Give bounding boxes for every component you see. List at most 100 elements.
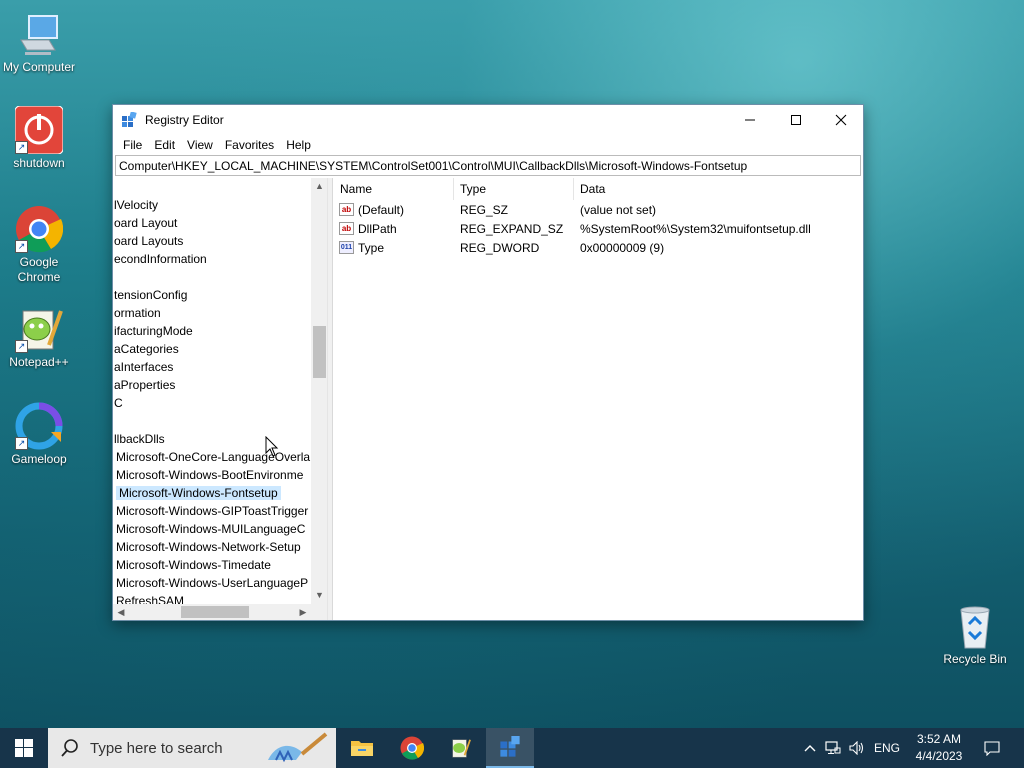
shortcut-arrow-icon: ↗ (15, 141, 28, 154)
clock[interactable]: 3:52 AM 4/4/2023 (904, 731, 974, 765)
menu-bar: File Edit View Favorites Help (113, 135, 863, 155)
desktop-icon-shutdown[interactable]: ↗ shutdown (0, 105, 78, 171)
scroll-down-arrow-icon[interactable]: ▼ (311, 587, 327, 604)
tree-item[interactable] (113, 268, 313, 286)
value-data: %SystemRoot%\System32\muifontsetup.dll (580, 221, 811, 236)
tree-item[interactable]: llbackDlls (113, 430, 313, 448)
tree-item[interactable]: tensionConfig (113, 286, 313, 304)
column-header-name[interactable]: Name (334, 178, 454, 200)
clock-time: 3:52 AM (916, 732, 962, 746)
desktop-icon-gameloop[interactable]: ↗ Gameloop (0, 402, 78, 467)
values-pane[interactable]: Name Type Data ab (Default) REG_SZ (value… (334, 178, 863, 620)
tree-horizontal-scroll-thumb[interactable] (181, 606, 249, 618)
menu-view[interactable]: View (181, 138, 219, 152)
tree-item[interactable]: Microsoft-Windows-MUILanguageC (113, 520, 313, 538)
network-status[interactable] (822, 728, 844, 768)
gameloop-icon: ↗ (15, 402, 63, 450)
desktop-icon-label: Notepad++ (9, 355, 69, 369)
tree-item[interactable] (113, 412, 313, 430)
desktop-icon-notepad-plus-plus[interactable]: ↗ Notepad++ (0, 305, 78, 370)
menu-file[interactable]: File (117, 138, 148, 152)
menu-edit[interactable]: Edit (148, 138, 181, 152)
taskbar-file-explorer[interactable] (338, 728, 386, 768)
value-name: Type (358, 240, 385, 255)
maximize-button[interactable] (773, 105, 819, 135)
desktop-icon-my-computer[interactable]: My Computer (0, 10, 78, 75)
minimize-button[interactable] (727, 105, 773, 135)
tree-item[interactable]: ifacturingMode (113, 322, 313, 340)
tree-item[interactable]: aProperties (113, 376, 313, 394)
tree-item[interactable]: lVelocity (113, 196, 313, 214)
value-row[interactable]: ab DllPath REG_EXPAND_SZ %SystemRoot%\Sys… (334, 219, 863, 238)
windows-logo-icon (15, 739, 33, 757)
tree-item[interactable]: aInterfaces (113, 358, 313, 376)
tree-item[interactable]: Microsoft-Windows-UserLanguageP (113, 574, 313, 592)
notifications-button[interactable] (978, 728, 1006, 768)
scroll-up-arrow-icon[interactable]: ▲ (311, 178, 327, 195)
input-language[interactable]: ENG (872, 728, 902, 768)
taskbar-google-chrome[interactable] (388, 728, 436, 768)
tree-item[interactable]: Microsoft-Windows-BootEnvironme (113, 466, 313, 484)
tree-item[interactable]: C (113, 394, 313, 412)
volume-control[interactable] (846, 728, 868, 768)
network-icon (825, 741, 841, 754)
desktop-icon-google-chrome[interactable]: ↗ Google Chrome (0, 205, 78, 285)
maximize-icon (791, 115, 801, 125)
taskbar-search-box[interactable]: Type here to search (48, 728, 336, 768)
column-header-type[interactable]: Type (454, 178, 574, 200)
tree-item[interactable]: Microsoft-Windows-Timedate (113, 556, 313, 574)
tree-item-selected[interactable]: Microsoft-Windows-Fontsetup (113, 484, 313, 502)
column-header-data[interactable]: Data (574, 178, 854, 200)
value-type: REG_SZ (460, 202, 509, 217)
tree-item[interactable]: Microsoft-Windows-GIPToastTrigger (113, 502, 313, 520)
registry-editor-icon (122, 112, 137, 127)
string-value-icon: ab (339, 222, 354, 235)
desktop-icon-label: Gameloop (11, 452, 67, 466)
tree-item[interactable]: ormation (113, 304, 313, 322)
value-row[interactable]: ab (Default) REG_SZ (value not set) (334, 200, 863, 219)
column-headers: Name Type Data (334, 178, 863, 200)
shortcut-arrow-icon: ↗ (15, 240, 28, 253)
value-name: (Default) (358, 202, 405, 217)
title-bar[interactable]: Registry Editor (113, 105, 863, 135)
tree-item[interactable]: Microsoft-OneCore-LanguageOverla (113, 448, 313, 466)
scroll-right-arrow-icon[interactable]: ▶ (295, 604, 311, 620)
taskbar-notepad-plus-plus[interactable] (436, 728, 484, 768)
key-tree: lVelocity oard Layout oard Layouts econd… (113, 196, 313, 610)
window-title: Registry Editor (145, 113, 224, 127)
tree-item[interactable]: oard Layouts (113, 232, 313, 250)
tree-item-label: Microsoft-Windows-Fontsetup (116, 486, 281, 500)
tree-item[interactable]: aCategories (113, 340, 313, 358)
tree-item[interactable]: econdInformation (113, 250, 313, 268)
address-path: Computer\HKEY_LOCAL_MACHINE\SYSTEM\Contr… (119, 158, 748, 173)
key-tree-pane[interactable]: lVelocity oard Layout oard Layouts econd… (113, 178, 328, 620)
search-icon (61, 739, 78, 757)
scroll-left-arrow-icon[interactable]: ◀ (113, 604, 129, 620)
value-name: DllPath (358, 221, 397, 236)
tree-item[interactable]: oard Layout (113, 214, 313, 232)
close-button[interactable] (818, 105, 864, 135)
tree-vertical-scrollbar[interactable]: ▲ ▼ (311, 178, 327, 604)
value-data: 0x00000009 (9) (580, 240, 665, 255)
chrome-icon (400, 736, 424, 760)
recycle-bin-icon (951, 602, 999, 650)
desktop-icon-label: Recycle Bin (943, 652, 1007, 666)
desktop-icon-label: My Computer (2, 60, 76, 74)
address-bar[interactable]: Computer\HKEY_LOCAL_MACHINE\SYSTEM\Contr… (115, 155, 861, 176)
start-button[interactable] (0, 728, 48, 768)
tree-horizontal-scrollbar[interactable]: ◀ ▶ (113, 604, 311, 620)
taskbar-registry-editor[interactable] (486, 728, 534, 768)
desktop-icon-label: Google Chrome (17, 255, 61, 284)
desktop-icon-recycle-bin[interactable]: Recycle Bin (936, 602, 1014, 667)
value-row[interactable]: 011 Type REG_DWORD 0x00000009 (9) (334, 238, 863, 257)
pane-splitter[interactable] (328, 178, 333, 620)
search-placeholder: Type here to search (90, 739, 223, 757)
menu-help[interactable]: Help (280, 138, 317, 152)
show-hidden-icons-button[interactable] (800, 728, 820, 768)
taskbar: Type here to search ENG 3:52 AM 4/4/2023 (0, 728, 1024, 768)
close-icon (835, 114, 847, 126)
tree-vertical-scroll-thumb[interactable] (313, 326, 326, 378)
tree-item[interactable]: Microsoft-Windows-Network-Setup (113, 538, 313, 556)
menu-favorites[interactable]: Favorites (219, 138, 280, 152)
value-type: REG_EXPAND_SZ (460, 221, 564, 236)
